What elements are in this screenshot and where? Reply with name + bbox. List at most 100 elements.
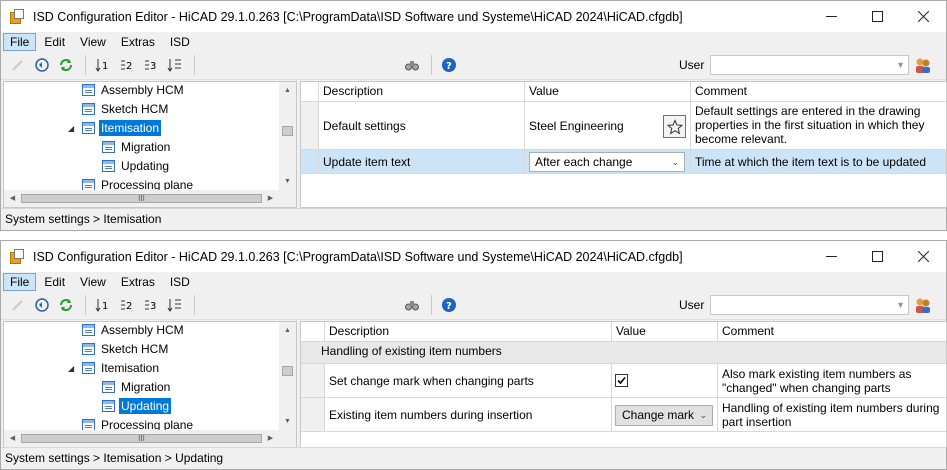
- tree-node-itemisation[interactable]: Itemisation: [82, 358, 164, 377]
- scroll-down-icon[interactable]: ▼: [279, 413, 296, 430]
- pencil-icon[interactable]: [7, 294, 29, 316]
- menu-extras[interactable]: Extras: [114, 33, 162, 51]
- sort-level2-icon[interactable]: 2: [116, 54, 138, 76]
- menu-file[interactable]: File: [3, 272, 37, 291]
- cell-description: Default settings: [319, 102, 525, 150]
- window-title: ISD Configuration Editor - HiCAD 29.1.0.…: [33, 9, 683, 24]
- group-header[interactable]: Handling of existing item numbers: [301, 342, 946, 364]
- minimize-button[interactable]: [808, 241, 854, 272]
- refresh-icon[interactable]: [55, 294, 77, 316]
- svg-text:?: ?: [446, 301, 452, 312]
- settings-tree: Assembly HCM Sketch HCM ◢ Itemisation Mi…: [3, 321, 297, 448]
- tree-node-processing-plane[interactable]: Processing plane: [82, 175, 198, 190]
- tree-node-updating[interactable]: Updating: [102, 156, 174, 175]
- user-select[interactable]: ▼: [710, 295, 909, 315]
- menu-edit[interactable]: Edit: [37, 33, 72, 51]
- tree-horizontal-scrollbar[interactable]: ◀ III ▶: [4, 430, 279, 447]
- table-icon: [82, 418, 95, 430]
- set-change-mark-checkbox[interactable]: [615, 374, 628, 387]
- tree-vertical-scrollbar[interactable]: ▲ ▼: [279, 82, 296, 190]
- cell-description: Set change mark when changing parts: [325, 364, 612, 398]
- window-title: ISD Configuration Editor - HiCAD 29.1.0.…: [33, 249, 683, 264]
- column-header-comment[interactable]: Comment: [691, 82, 946, 102]
- scroll-up-icon[interactable]: ▲: [279, 322, 296, 339]
- undo-icon[interactable]: [31, 294, 53, 316]
- tree-vertical-scrollbar[interactable]: ▲ ▼: [279, 322, 296, 430]
- tree-node-processing-plane[interactable]: Processing plane: [82, 415, 198, 430]
- maximize-button[interactable]: [854, 1, 900, 32]
- table-icon: [102, 399, 115, 412]
- menu-bar: File Edit View Extras ISD: [1, 272, 946, 291]
- menu-extras[interactable]: Extras: [114, 273, 162, 291]
- app-icon: [9, 248, 25, 265]
- scroll-right-icon[interactable]: ▶: [262, 190, 279, 207]
- cell-comment: Default settings are entered in the draw…: [691, 102, 946, 150]
- scroll-left-icon[interactable]: ◀: [4, 190, 21, 207]
- menu-isd[interactable]: ISD: [163, 33, 197, 51]
- scroll-down-icon[interactable]: ▼: [279, 173, 296, 190]
- menu-isd[interactable]: ISD: [163, 273, 197, 291]
- tree-node-assembly-hcm[interactable]: Assembly HCM: [82, 322, 189, 339]
- help-icon[interactable]: ?: [438, 294, 460, 316]
- menu-edit[interactable]: Edit: [37, 273, 72, 291]
- maximize-button[interactable]: [854, 241, 900, 272]
- binoculars-icon[interactable]: [401, 294, 423, 316]
- help-icon[interactable]: ?: [438, 54, 460, 76]
- cell-comment: Time at which the item text is to be upd…: [691, 150, 946, 174]
- tree-node-sketch-hcm[interactable]: Sketch HCM: [82, 339, 173, 358]
- minimize-button[interactable]: [808, 1, 854, 32]
- column-header-description[interactable]: Description: [319, 82, 525, 102]
- expand-triangle-icon[interactable]: ◢: [68, 124, 74, 133]
- chevron-down-icon: ▼: [896, 300, 905, 310]
- sort-level1-icon[interactable]: 1: [92, 54, 114, 76]
- scroll-left-icon[interactable]: ◀: [4, 430, 21, 447]
- close-button[interactable]: [900, 241, 946, 272]
- tree-node-updating[interactable]: Updating: [102, 396, 174, 415]
- tree-node-migration[interactable]: Migration: [102, 377, 175, 396]
- title-bar: ISD Configuration Editor - HiCAD 29.1.0.…: [1, 241, 946, 272]
- scroll-right-icon[interactable]: ▶: [262, 430, 279, 447]
- chevron-down-icon: ▼: [896, 60, 905, 70]
- pencil-icon[interactable]: [7, 54, 29, 76]
- column-header-value[interactable]: Value: [525, 82, 691, 102]
- refresh-icon[interactable]: [55, 54, 77, 76]
- star-icon: [666, 118, 683, 134]
- sort-level1-icon[interactable]: 1: [92, 294, 114, 316]
- favorite-button[interactable]: [663, 115, 686, 138]
- users-icon[interactable]: [913, 55, 933, 75]
- expand-triangle-icon[interactable]: ◢: [68, 364, 74, 373]
- user-label: User: [679, 58, 705, 72]
- menu-file[interactable]: File: [3, 32, 37, 51]
- existing-item-numbers-select[interactable]: Change mark ⌄: [615, 405, 713, 426]
- scroll-thumb[interactable]: [282, 126, 293, 136]
- tree-horizontal-scrollbar[interactable]: ◀ III ▶: [4, 190, 279, 207]
- user-select[interactable]: ▼: [710, 55, 909, 75]
- table-icon: [82, 361, 95, 374]
- update-item-text-select[interactable]: After each change ⌄: [529, 152, 685, 172]
- column-header-comment[interactable]: Comment: [718, 322, 946, 342]
- tree-node-itemisation[interactable]: Itemisation: [82, 118, 164, 137]
- sort-level3-icon[interactable]: 3: [140, 54, 162, 76]
- column-header-description[interactable]: Description: [325, 322, 612, 342]
- menu-view[interactable]: View: [73, 33, 113, 51]
- tree-node-sketch-hcm[interactable]: Sketch HCM: [82, 99, 173, 118]
- menu-view[interactable]: View: [73, 273, 113, 291]
- sort-level3-icon[interactable]: 3: [140, 294, 162, 316]
- tree-node-migration[interactable]: Migration: [102, 137, 175, 156]
- tree-node-assembly-hcm[interactable]: Assembly HCM: [82, 82, 189, 99]
- scroll-thumb[interactable]: III: [21, 194, 262, 203]
- binoculars-icon[interactable]: [401, 54, 423, 76]
- scroll-up-icon[interactable]: ▲: [279, 82, 296, 99]
- sort-all-icon[interactable]: [164, 54, 186, 76]
- users-icon[interactable]: [913, 295, 933, 315]
- scroll-thumb[interactable]: [282, 366, 293, 376]
- svg-text:?: ?: [446, 61, 452, 72]
- sort-level2-icon[interactable]: 2: [116, 294, 138, 316]
- undo-icon[interactable]: [31, 54, 53, 76]
- svg-text:3: 3: [150, 61, 156, 72]
- settings-grid: Description Value Comment Default settin…: [300, 81, 947, 208]
- close-button[interactable]: [900, 1, 946, 32]
- column-header-value[interactable]: Value: [612, 322, 718, 342]
- sort-all-icon[interactable]: [164, 294, 186, 316]
- scroll-thumb[interactable]: III: [21, 434, 262, 443]
